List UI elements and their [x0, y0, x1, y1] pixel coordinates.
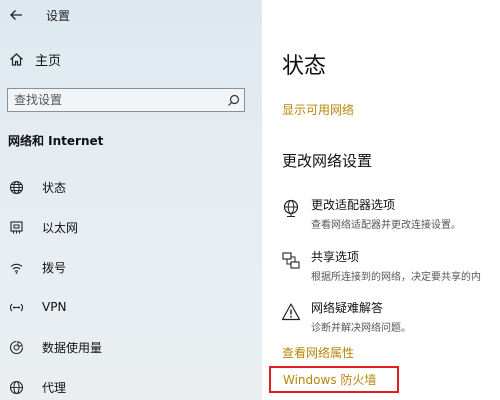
change-network-settings-header: 更改网络设置 — [282, 152, 373, 170]
section-title: 网络和 Internet — [8, 134, 104, 148]
home-icon — [8, 52, 24, 68]
show-available-networks-link[interactable]: 显示可用网络 — [282, 101, 354, 118]
sidebar-item-home[interactable]: 主页 — [8, 50, 61, 69]
sidebar-item-label: 拨号 — [42, 260, 67, 275]
search-box[interactable] — [7, 88, 245, 112]
sidebar-item-label: 以太网 — [42, 220, 79, 235]
search-icon[interactable] — [222, 94, 244, 107]
option-title: 网络疑难解答 — [311, 301, 384, 315]
network-troubleshooter[interactable]: 网络疑难解答 诊断并解决网络问题。 — [280, 299, 411, 334]
option-description: 诊断并解决网络问题。 — [311, 323, 411, 334]
data-usage-icon — [8, 339, 24, 355]
vpn-icon — [8, 299, 24, 315]
main-panel: 状态 显示可用网络 更改网络设置 更改适配器选项 查看网络适配器并更改连接设置。… — [262, 0, 500, 400]
sidebar-item-label: 代理 — [42, 380, 67, 395]
globe-icon — [8, 179, 24, 195]
sharing-options[interactable]: 共享选项 根据所连接到的网络，决定要共享的内 — [280, 248, 481, 283]
option-title: 更改适配器选项 — [311, 198, 396, 212]
sidebar-item-label: 状态 — [42, 180, 67, 195]
option-description: 查看网络适配器并更改连接设置。 — [311, 220, 461, 231]
page-title: 状态 — [282, 54, 327, 79]
sidebar-item-data-usage[interactable]: 数据使用量 — [8, 337, 102, 357]
sidebar-item-label: 主页 — [35, 54, 62, 69]
sharing-icon — [280, 250, 302, 272]
sidebar-item-label: 数据使用量 — [42, 340, 103, 355]
sidebar-item-ethernet[interactable]: 以太网 — [8, 217, 78, 237]
dialup-icon — [8, 259, 24, 275]
sidebar-item-dialup[interactable]: 拨号 — [8, 257, 66, 277]
change-adapter-options[interactable]: 更改适配器选项 查看网络适配器并更改连接设置。 — [280, 196, 461, 231]
sidebar-item-status[interactable]: 状态 — [8, 177, 66, 197]
view-network-properties-link[interactable]: 查看网络属性 — [282, 344, 354, 361]
ethernet-icon — [8, 219, 24, 235]
sidebar: 设置 主页 网络和 Internet 状态 以太网 拨号 — [0, 0, 262, 400]
adapter-globe-icon — [280, 198, 302, 220]
warning-icon — [280, 301, 302, 323]
sidebar-item-vpn[interactable]: VPN — [8, 297, 66, 317]
option-description: 根据所连接到的网络，决定要共享的内 — [311, 272, 481, 283]
title-bar: 设置 — [8, 5, 70, 25]
sidebar-item-proxy[interactable]: 代理 — [8, 377, 66, 397]
option-title: 共享选项 — [311, 250, 360, 264]
back-arrow-icon[interactable] — [8, 7, 24, 23]
sidebar-item-label: VPN — [42, 300, 67, 314]
app-title: 设置 — [46, 8, 71, 23]
windows-firewall-link[interactable]: Windows 防火墙 — [269, 366, 399, 393]
search-input[interactable] — [8, 89, 222, 111]
proxy-globe-icon — [8, 379, 24, 395]
